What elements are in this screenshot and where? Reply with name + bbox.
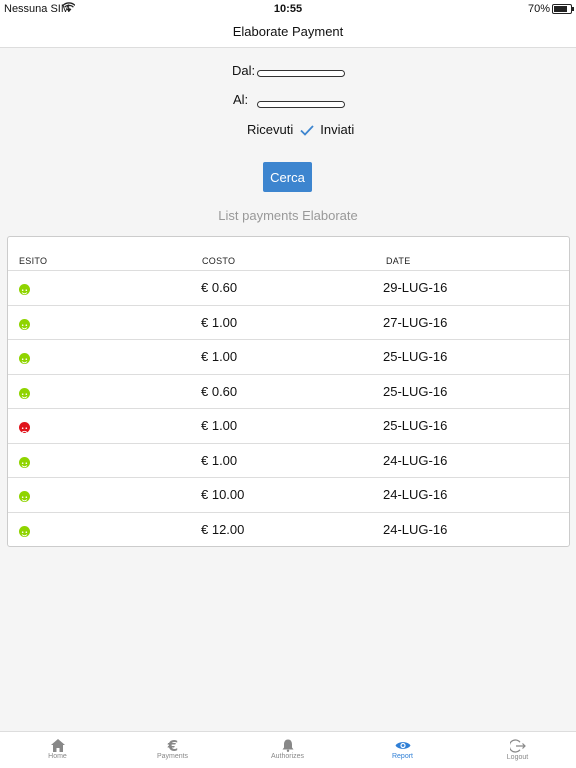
clock: 10:55 — [273, 3, 303, 15]
table-header: ESITO COSTO DATE — [8, 237, 569, 271]
column-header-costo: COSTO — [202, 256, 236, 266]
direction-selector: Ricevuti Inviati — [247, 122, 354, 137]
table-row[interactable]: € 0.60 25-LUG-16 — [8, 375, 569, 409]
euro-icon: € — [167, 739, 178, 752]
tab-authorizes-label: Authorizes — [270, 753, 305, 760]
eye-icon — [395, 742, 410, 749]
status-ok-icon — [19, 525, 30, 537]
column-header-esito: ESITO — [19, 256, 48, 266]
table-row[interactable]: € 1.00 27-LUG-16 — [8, 306, 569, 340]
from-date-label: Dal: — [232, 63, 256, 78]
list-title: List payments Elaborate — [218, 208, 358, 223]
cost-cell: € 0.60 — [201, 280, 238, 295]
sent-option[interactable]: Inviati — [320, 122, 354, 137]
tab-logout[interactable]: Logout — [460, 732, 575, 768]
cost-cell: € 1.00 — [201, 314, 238, 330]
logout-icon — [509, 739, 526, 753]
date-cell: 25-LUG-16 — [383, 418, 448, 433]
date-cell: 25-LUG-16 — [383, 383, 448, 399]
tab-home[interactable]: Home — [0, 732, 115, 768]
from-date-input[interactable] — [257, 70, 345, 77]
svg-text:€: € — [167, 739, 178, 752]
tab-authorizes[interactable]: Authorizes — [230, 732, 345, 768]
battery-icon — [552, 4, 574, 14]
tab-report[interactable]: Report — [345, 732, 460, 768]
date-cell: 24-LUG-16 — [383, 521, 448, 537]
cost-cell: € 1.00 — [201, 452, 238, 468]
tab-bar: Home € Payments Authorizes Report Logout — [0, 731, 576, 768]
date-cell: 24-LUG-16 — [383, 487, 448, 502]
to-date-input[interactable] — [257, 101, 345, 108]
search-button[interactable]: Cerca — [263, 162, 312, 192]
battery-percentage: 70% — [527, 3, 550, 15]
column-header-date: DATE — [386, 256, 411, 266]
status-error-icon — [19, 422, 30, 433]
status-ok-icon — [19, 353, 30, 364]
page-title: Elaborate Payment — [232, 24, 344, 39]
status-ok-icon — [19, 491, 30, 502]
date-cell: 25-LUG-16 — [383, 349, 448, 364]
date-cell: 27-LUG-16 — [383, 314, 448, 330]
navigation-bar: Elaborate Payment — [0, 18, 576, 48]
table-row[interactable]: € 10.00 24-LUG-16 — [8, 478, 569, 513]
tab-logout-label: Logout — [506, 754, 529, 761]
status-ok-icon — [19, 318, 30, 330]
status-ok-icon — [19, 284, 30, 295]
table-row[interactable]: € 0.60 29-LUG-16 — [8, 271, 569, 306]
date-cell: 24-LUG-16 — [383, 452, 448, 468]
tab-report-label: Report — [391, 753, 413, 760]
tab-home-label: Home — [48, 753, 67, 760]
table-row[interactable]: € 1.00 25-LUG-16 — [8, 340, 569, 375]
to-date-label: Al: — [233, 92, 249, 107]
home-icon — [50, 739, 65, 752]
bell-icon — [282, 739, 293, 752]
cost-cell: € 10.00 — [201, 487, 245, 502]
status-ok-icon — [19, 387, 30, 399]
tab-payments-label: Payments — [156, 753, 189, 760]
payments-table: ESITO COSTO DATE € 0.60 29-LUG-16 € 1.00 27… — [7, 236, 570, 547]
cost-cell: € 1.00 — [201, 418, 238, 433]
table-row[interactable]: € 1.00 24-LUG-16 — [8, 444, 569, 478]
received-option[interactable]: Ricevuti — [247, 122, 293, 137]
cost-cell: € 12.00 — [201, 521, 245, 537]
status-bar: Nessuna SIM 10:55 70% — [0, 0, 576, 18]
checkmark-icon — [300, 124, 314, 136]
cost-cell: € 1.00 — [201, 349, 238, 364]
tab-payments[interactable]: € Payments — [115, 732, 230, 768]
table-row[interactable]: € 12.00 24-LUG-16 — [8, 513, 569, 548]
cost-cell: € 0.60 — [201, 383, 238, 399]
table-row[interactable]: € 1.00 25-LUG-16 — [8, 409, 569, 444]
date-cell: 29-LUG-16 — [383, 280, 448, 295]
status-ok-icon — [19, 456, 30, 468]
